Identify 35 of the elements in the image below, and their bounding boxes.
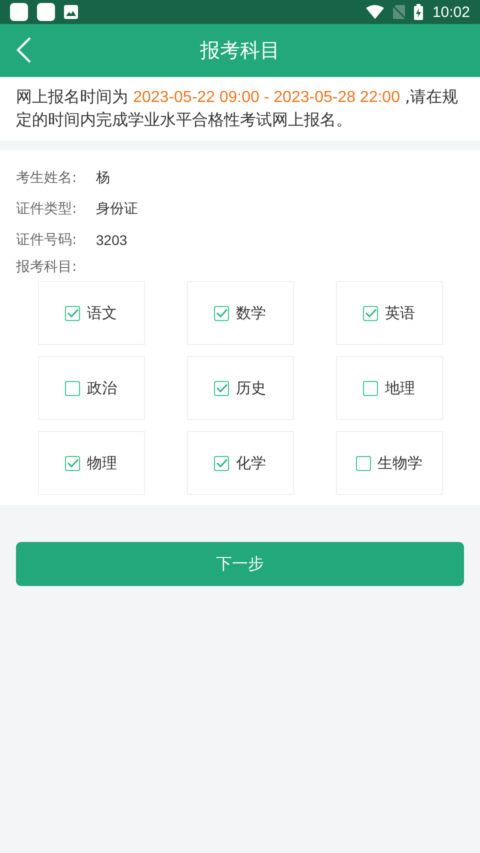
field-value: 身份证 [96,200,138,218]
checkbox[interactable] [363,380,378,396]
checkbox[interactable] [363,306,378,320]
field-label: 证件号码: [16,230,78,248]
subject-option[interactable]: 化学 [186,431,294,495]
subject-option[interactable]: 历史 [186,356,294,420]
subject-option[interactable]: 语文 [38,281,144,345]
subject-option[interactable]: 生物学 [336,431,442,495]
field-label: 考生姓名: [16,168,78,186]
page-title: 报考科目 [200,37,280,64]
field-value: 3203 [96,232,128,248]
field-label: 证件类型: [16,200,78,218]
subject-option[interactable]: 地理 [336,356,442,420]
notification-icon [37,3,55,21]
subject-option[interactable]: 政治 [38,356,144,420]
wifi-icon [366,5,384,19]
checkbox[interactable] [65,306,80,320]
checkbox[interactable] [214,306,229,320]
notice-text: 网上报名时间为 2023-05-22 09:00 - 2023-05-28 22:00 ,请在规定的时间内完成学业水平合格性考试网上报名。 [16,86,460,131]
notification-icon [10,3,28,21]
field-label: 报考科目: [16,258,78,276]
no-sim-icon [393,5,406,19]
field-value: 杨 [96,168,110,186]
checkbox[interactable] [214,456,229,470]
status-time: 10:02 [432,4,470,20]
subject-option[interactable]: 英语 [336,281,442,345]
checkbox[interactable] [65,456,80,470]
back-icon[interactable] [16,36,32,64]
subject-option[interactable]: 数学 [186,281,294,345]
subject-option[interactable]: 物理 [38,431,144,495]
battery-icon [414,4,424,20]
checkbox[interactable] [356,456,370,470]
checkbox[interactable] [214,380,229,396]
checkbox[interactable] [65,380,80,396]
image-icon [64,5,78,19]
